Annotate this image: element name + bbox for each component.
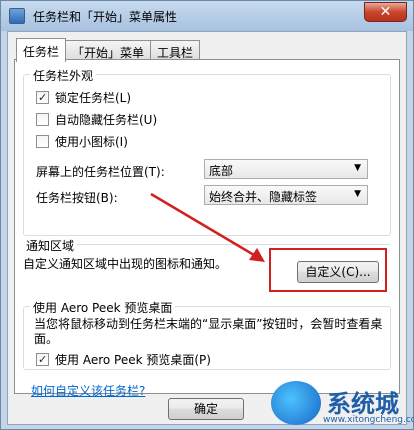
window-title: 任务栏和「开始」菜单属性 xyxy=(33,10,178,24)
lock-taskbar-label: 锁定任务栏(L) xyxy=(55,90,132,105)
tab-start-menu[interactable]: 「开始」菜单 xyxy=(65,40,152,61)
taskbar-position-value: 底部 xyxy=(209,164,234,178)
notification-group-title: 通知区域 xyxy=(23,237,78,254)
small-icons-checkbox-row[interactable]: 使用小图标(I) xyxy=(36,133,128,149)
windows-logo-icon xyxy=(271,381,321,425)
tab-strip: 任务栏 「开始」菜单 工具栏 xyxy=(16,38,201,62)
annotation-highlight-box xyxy=(269,248,387,292)
close-button[interactable]: ✕ xyxy=(364,2,407,22)
small-icons-checkbox[interactable] xyxy=(36,134,49,148)
watermark-url: www.xitongcheng.com xyxy=(323,415,414,425)
chevron-down-icon: ▼ xyxy=(354,189,361,199)
aero-peek-checkbox-row[interactable]: 使用 Aero Peek 预览桌面(P) xyxy=(36,351,211,367)
annotation-arrow xyxy=(150,192,265,262)
autohide-taskbar-checkbox[interactable] xyxy=(36,112,49,126)
taskbar-buttons-label: 任务栏按钮(B): xyxy=(36,191,118,205)
watermark-text: 系统城 xyxy=(327,390,399,418)
autohide-taskbar-checkbox-row[interactable]: 自动隐藏任务栏(U) xyxy=(36,111,157,127)
taskbar-app-icon xyxy=(9,8,25,24)
chevron-down-icon: ▼ xyxy=(354,163,361,173)
aero-peek-group: 使用 Aero Peek 预览桌面 当您将鼠标移动到任务栏末端的“显示桌面”按钮… xyxy=(23,299,391,370)
lock-taskbar-checkbox[interactable] xyxy=(36,90,49,104)
ok-button[interactable]: 确定 xyxy=(168,398,244,420)
title-bar[interactable]: 任务栏和「开始」菜单属性 ✕ xyxy=(1,1,413,31)
taskbar-position-select[interactable]: 底部 ▼ xyxy=(204,159,368,179)
aero-peek-checkbox[interactable] xyxy=(36,352,49,366)
appearance-group-title: 任务栏外观 xyxy=(30,67,97,84)
aero-peek-label: 使用 Aero Peek 预览桌面(P) xyxy=(55,352,211,367)
tab-taskbar[interactable]: 任务栏 xyxy=(16,38,67,62)
properties-window: 任务栏和「开始」菜单属性 ✕ 任务栏 「开始」菜单 工具栏 任务栏外观 锁定任务… xyxy=(0,0,414,430)
help-link[interactable]: 如何自定义该任务栏? xyxy=(31,382,145,399)
small-icons-label: 使用小图标(I) xyxy=(55,134,128,149)
tab-toolbars[interactable]: 工具栏 xyxy=(150,40,201,61)
aero-peek-desc: 当您将鼠标移动到任务栏末端的“显示桌面”按钮时，会暂时查看桌面。 xyxy=(34,317,383,346)
dialog-body: 任务栏 「开始」菜单 工具栏 任务栏外观 锁定任务栏(L) 自动隐藏任务栏(U)… xyxy=(7,31,407,425)
lock-taskbar-checkbox-row[interactable]: 锁定任务栏(L) xyxy=(36,89,131,105)
taskbar-position-label: 屏幕上的任务栏位置(T): xyxy=(36,165,165,179)
tab-panel-taskbar: 任务栏外观 锁定任务栏(L) 自动隐藏任务栏(U) 使用小图标(I) 屏幕上的任… xyxy=(14,59,400,398)
aero-peek-group-title: 使用 Aero Peek 预览桌面 xyxy=(30,299,176,316)
autohide-taskbar-label: 自动隐藏任务栏(U) xyxy=(55,112,158,127)
